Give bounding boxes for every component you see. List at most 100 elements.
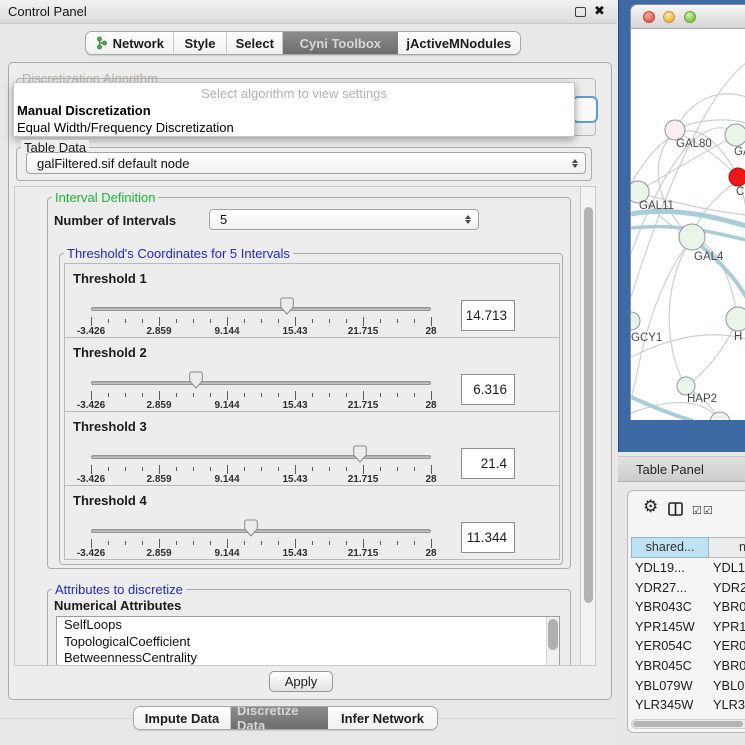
column-header-name[interactable]: n bbox=[709, 537, 745, 558]
slider-tick-label: -3.426 bbox=[77, 548, 105, 559]
slider-tick bbox=[380, 467, 381, 471]
node-h[interactable] bbox=[726, 307, 745, 331]
table-row[interactable]: YBR045CYBR0 bbox=[631, 656, 745, 676]
tab-infer-network[interactable]: Infer Network bbox=[328, 707, 437, 729]
slider-tick bbox=[227, 317, 228, 326]
threshold-2-slider[interactable]: -3.4262.8599.14415.4321.71528 bbox=[91, 338, 431, 413]
network-window-titlebar bbox=[631, 5, 745, 29]
slider-tick-label: 2.859 bbox=[146, 326, 171, 337]
node-top-right[interactable] bbox=[725, 124, 745, 146]
tab-network[interactable]: Network bbox=[86, 32, 174, 54]
table-panel-card: ⚙ ☑☑ shared... n YDL19... YDL1YDR27...YDR… bbox=[627, 490, 745, 733]
node-red-selected[interactable] bbox=[729, 168, 745, 186]
table-data-combobox[interactable]: galFiltered.sif default node bbox=[26, 152, 586, 174]
apply-button[interactable]: Apply bbox=[269, 671, 333, 692]
table-data-value: galFiltered.sif default node bbox=[27, 156, 189, 171]
checkbox-icons[interactable]: ☑☑ bbox=[692, 504, 714, 517]
threshold-2-value[interactable]: 6.316 bbox=[461, 374, 515, 405]
slider-tick bbox=[397, 467, 398, 471]
column-header-shared-name[interactable]: shared... bbox=[631, 537, 709, 558]
bottom-tab-bar: Impute Data Discretize Data Infer Networ… bbox=[133, 706, 438, 730]
threshold-4-slider[interactable]: -3.4262.8599.14415.4321.71528 bbox=[91, 486, 431, 561]
slider-tick-labels: -3.4262.8599.14415.4321.71528 bbox=[91, 548, 431, 560]
table-row[interactable]: YER054CYER0 bbox=[631, 636, 745, 656]
algorithm-combobox[interactable] bbox=[572, 96, 598, 123]
table-row[interactable]: YBL079WYBL0 bbox=[631, 676, 745, 696]
slider-tick bbox=[346, 393, 347, 397]
table-row[interactable]: YBR043CYBR0 bbox=[631, 597, 745, 617]
slider-tick-label: -3.426 bbox=[77, 326, 105, 337]
threshold-3-value[interactable]: 21.4 bbox=[461, 448, 515, 479]
attribute-item[interactable]: TopologicalCoefficient bbox=[57, 634, 559, 651]
slider-tick bbox=[261, 541, 262, 545]
cell-shared-name: YDL19... bbox=[635, 558, 685, 578]
attribute-item[interactable]: BetweennessCentrality bbox=[57, 650, 559, 666]
slider-tick bbox=[363, 391, 364, 400]
threshold-1-slider[interactable]: -3.4262.8599.14415.4321.71528 bbox=[91, 264, 431, 339]
table-hscrollbar[interactable] bbox=[631, 719, 745, 729]
slider-track[interactable] bbox=[91, 529, 431, 533]
tab-cyni-toolbox[interactable]: Cyni Toolbox bbox=[283, 32, 397, 54]
settings-scrollbar-thumb[interactable] bbox=[584, 207, 593, 603]
slider-tick bbox=[261, 393, 262, 397]
node-gal80[interactable] bbox=[665, 120, 685, 140]
tab-discretize-data[interactable]: Discretize Data bbox=[231, 707, 328, 729]
table-hscrollbar-thumb[interactable] bbox=[633, 721, 743, 727]
slider-tick bbox=[431, 391, 432, 400]
slider-tick bbox=[176, 393, 177, 397]
option-manual-discretization[interactable]: Manual Discretization bbox=[17, 103, 151, 118]
number-of-intervals-combobox[interactable]: 5 bbox=[209, 209, 479, 230]
threshold-4-value[interactable]: 11.344 bbox=[461, 522, 515, 553]
table-header-row: shared... n bbox=[631, 537, 745, 558]
table-rows[interactable]: YDL19... YDL1YDR27...YDR2YBR043CYBR0YPR14… bbox=[631, 558, 745, 719]
threshold-1-value[interactable]: 14.713 bbox=[461, 300, 515, 331]
slider-tick bbox=[142, 541, 143, 545]
slider-tick bbox=[210, 467, 211, 471]
table-row[interactable]: YLR345WYLR3 bbox=[631, 695, 745, 715]
slider-tick bbox=[193, 393, 194, 397]
close-icon[interactable]: ✖ bbox=[594, 3, 605, 19]
network-canvas[interactable] bbox=[631, 29, 745, 420]
slider-tick bbox=[142, 393, 143, 397]
option-equal-width-frequency[interactable]: Equal Width/Frequency Discretization bbox=[17, 120, 234, 135]
close-traffic-light-icon[interactable] bbox=[643, 11, 655, 23]
slider-tick-label: 28 bbox=[425, 400, 436, 411]
numerical-attributes-list[interactable]: SelfLoopsTopologicalCoefficientBetweenne… bbox=[56, 616, 560, 666]
tab-jactivemnodules[interactable]: jActiveMNodules bbox=[398, 32, 520, 54]
slider-tick bbox=[295, 317, 296, 326]
slider-tick bbox=[329, 393, 330, 397]
attributes-scrollbar-thumb[interactable] bbox=[548, 619, 558, 650]
slider-tick-label: 15.43 bbox=[282, 326, 307, 337]
node-gal4[interactable] bbox=[679, 224, 705, 250]
slider-track[interactable] bbox=[91, 381, 431, 385]
table-row[interactable]: YDL19... YDL1 bbox=[631, 558, 745, 578]
node-gcy1[interactable] bbox=[631, 312, 640, 330]
float-window-icon[interactable] bbox=[575, 7, 586, 17]
slider-track[interactable] bbox=[91, 455, 431, 459]
attribute-item[interactable]: SelfLoops bbox=[57, 617, 559, 634]
tab-style[interactable]: Style bbox=[174, 32, 228, 54]
node-label-gal80: GAL80 bbox=[676, 138, 712, 150]
attributes-scrollbar[interactable] bbox=[546, 617, 559, 665]
settings-scrollbar[interactable] bbox=[580, 187, 595, 665]
threshold-3-slider[interactable]: -3.4262.8599.14415.4321.71528 bbox=[91, 412, 431, 487]
slider-tick bbox=[363, 465, 364, 474]
slider-tick bbox=[380, 319, 381, 323]
table-row[interactable]: YDR27...YDR2 bbox=[631, 578, 745, 598]
network-graph bbox=[631, 29, 745, 420]
thresholds-group-title: Threshold's Coordinates for 5 Intervals bbox=[64, 246, 293, 261]
gear-icon[interactable]: ⚙ bbox=[643, 497, 658, 517]
slider-track[interactable] bbox=[91, 307, 431, 311]
slider-tick bbox=[278, 393, 279, 397]
algorithm-hint: Select algorithm to view settings bbox=[14, 86, 574, 101]
cell-shared-name: YLR345W bbox=[635, 695, 693, 715]
tab-impute-data[interactable]: Impute Data bbox=[134, 707, 231, 729]
zoom-traffic-light-icon[interactable] bbox=[684, 11, 696, 23]
split-pane-icon[interactable] bbox=[668, 502, 683, 519]
minimize-traffic-light-icon[interactable] bbox=[663, 11, 675, 23]
slider-tick bbox=[380, 541, 381, 545]
tab-select[interactable]: Select bbox=[227, 32, 283, 54]
slider-tick bbox=[91, 539, 92, 548]
table-row[interactable]: YPR145WYPR1 bbox=[631, 617, 745, 637]
cell-name: YDL1 bbox=[713, 558, 745, 578]
